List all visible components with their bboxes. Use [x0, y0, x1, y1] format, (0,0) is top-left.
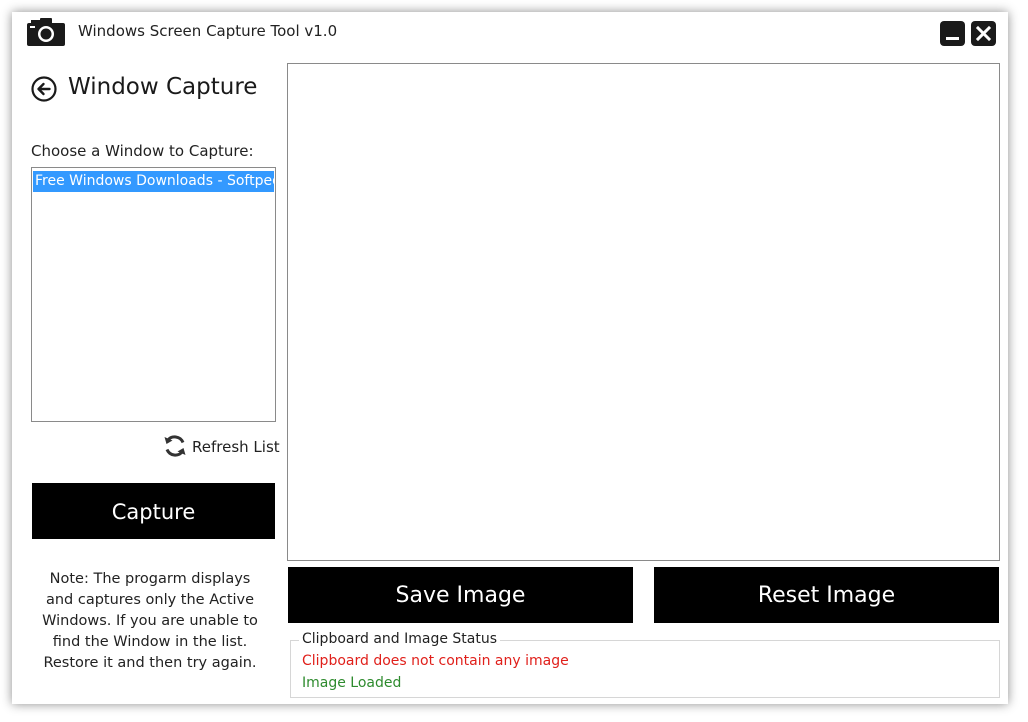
- status-legend: Clipboard and Image Status: [299, 631, 501, 647]
- image-preview: [287, 63, 1000, 561]
- close-button[interactable]: [971, 21, 996, 46]
- close-icon: [976, 26, 991, 41]
- image-status: Image Loaded: [302, 675, 402, 691]
- list-item[interactable]: Free Windows Downloads - Softpedia: [33, 171, 274, 192]
- clipboard-status: Clipboard does not contain any image: [302, 653, 569, 669]
- capture-button[interactable]: Capture: [32, 483, 275, 539]
- window-title: Windows Screen Capture Tool v1.0: [78, 22, 338, 40]
- refresh-icon: [164, 435, 186, 457]
- arrow-left-circle-icon[interactable]: [30, 75, 58, 103]
- camera-icon: [27, 18, 65, 46]
- title-bar: Windows Screen Capture Tool v1.0: [12, 12, 1008, 54]
- note-text: Note: The progarm displays and captures …: [42, 571, 258, 671]
- choose-window-label: Choose a Window to Capture:: [31, 142, 254, 160]
- window-list[interactable]: Free Windows Downloads - Softpedia: [31, 167, 276, 422]
- page-title: Window Capture: [68, 74, 258, 100]
- app-window: Windows Screen Capture Tool v1.0 Window …: [12, 12, 1008, 704]
- reset-image-button[interactable]: Reset Image: [654, 567, 999, 623]
- refresh-list-label: Refresh List: [192, 438, 280, 456]
- minimize-button[interactable]: [940, 21, 965, 46]
- status-group: Clipboard and Image Status Clipboard doe…: [290, 631, 1000, 698]
- save-image-button[interactable]: Save Image: [288, 567, 633, 623]
